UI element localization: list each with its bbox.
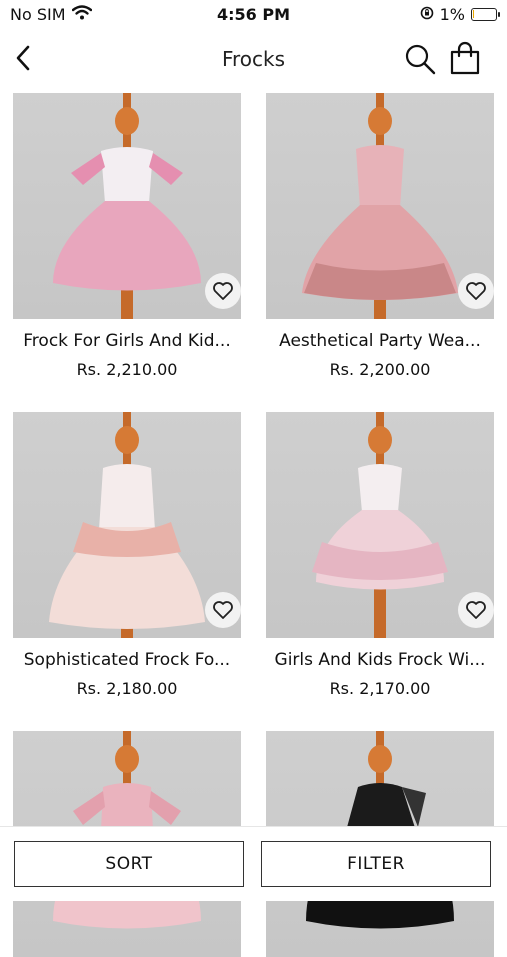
product-price: Rs. 2,170.00	[329, 679, 431, 698]
product-name[interactable]: Frock For Girls And Kid...	[13, 331, 241, 351]
wishlist-button[interactable]	[458, 592, 494, 628]
sort-button[interactable]: SORT	[14, 841, 244, 887]
heart-icon	[213, 601, 233, 619]
battery-icon	[471, 8, 500, 21]
filter-button[interactable]: FILTER	[261, 841, 491, 887]
shopping-bag-icon	[450, 41, 480, 75]
wishlist-button[interactable]	[205, 592, 241, 628]
battery-percent: 1%	[439, 5, 465, 24]
wishlist-button[interactable]	[205, 273, 241, 309]
product-name[interactable]: Aesthetical Party Wea...	[266, 331, 494, 351]
status-right: 1%	[420, 5, 500, 24]
product-price: Rs. 2,200.00	[329, 360, 431, 379]
wishlist-button[interactable]	[458, 273, 494, 309]
heart-icon	[213, 282, 233, 300]
orientation-lock-icon	[420, 5, 434, 24]
heart-icon	[466, 601, 486, 619]
product-price: Rs. 2,180.00	[76, 679, 178, 698]
product-name[interactable]: Girls And Kids Frock Wi...	[266, 650, 494, 670]
status-bar: No SIM 4:56 PM 1%	[0, 0, 507, 30]
bottom-action-bar: SORT FILTER	[0, 826, 507, 901]
product-price: Rs. 2,210.00	[76, 360, 178, 379]
heart-icon	[466, 282, 486, 300]
cart-button[interactable]	[447, 40, 483, 76]
product-name[interactable]: Sophisticated Frock Fo...	[13, 650, 241, 670]
search-icon	[405, 44, 436, 75]
search-button[interactable]	[403, 42, 437, 76]
top-nav: Frocks	[0, 30, 507, 88]
